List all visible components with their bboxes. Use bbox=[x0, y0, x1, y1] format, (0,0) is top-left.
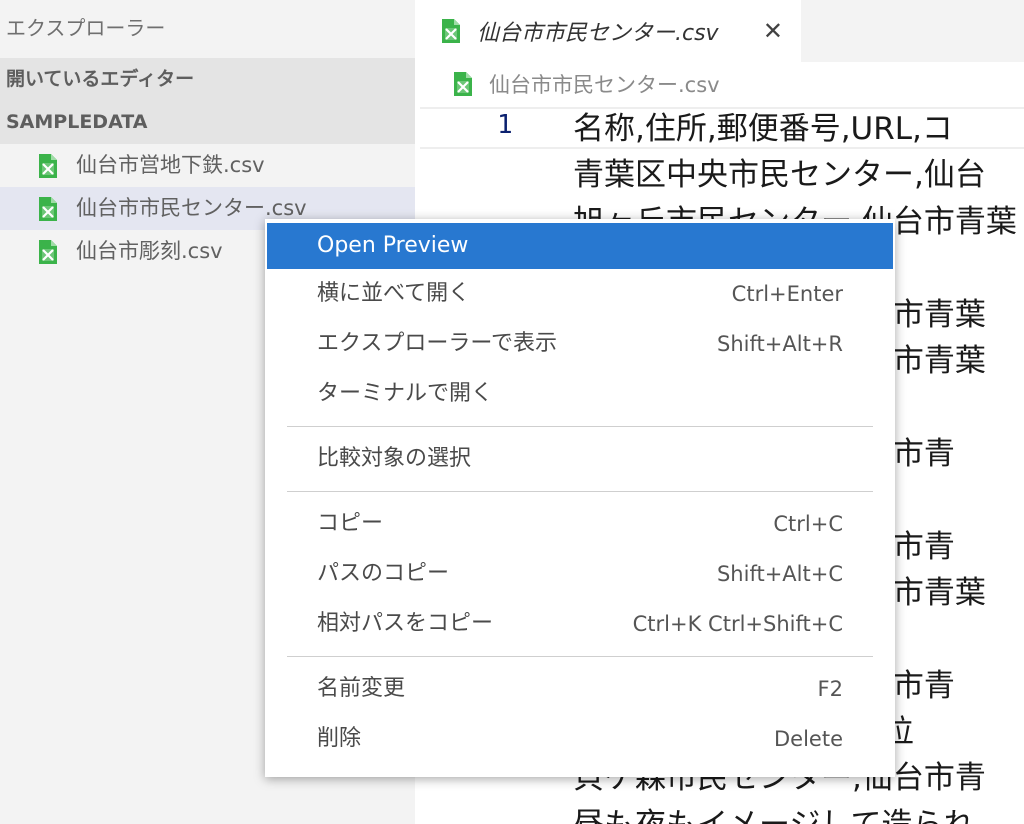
menu-item-shortcut: Ctrl+C bbox=[773, 512, 843, 536]
code-line: 名称,住所,郵便番号,URL,コ bbox=[573, 111, 953, 147]
explorer-title: エクスプローラー bbox=[6, 16, 166, 40]
menu-item-label: エクスプローラーで表示 bbox=[317, 331, 558, 356]
menu-item-shortcut: Ctrl+Enter bbox=[731, 282, 843, 306]
menu-item-copy[interactable]: コピー Ctrl+C bbox=[265, 499, 895, 549]
menu-item-label: 名前変更 bbox=[317, 676, 406, 701]
menu-item-label: ターミナルで開く bbox=[317, 381, 494, 406]
menu-item-delete[interactable]: 削除 Delete bbox=[265, 714, 895, 764]
breadcrumb-file[interactable]: 仙台市市民センター.csv bbox=[489, 69, 720, 99]
file-item-label: 仙台市彫刻.csv bbox=[76, 239, 223, 263]
menu-item-shortcut: Shift+Alt+R bbox=[717, 332, 843, 356]
menu-item-shortcut: F2 bbox=[817, 677, 843, 701]
csv-file-icon bbox=[441, 18, 461, 44]
menu-separator bbox=[287, 491, 873, 492]
folder-section-sampledata[interactable]: SAMPLEDATA bbox=[0, 101, 415, 144]
code-line: 昼も夜もイメージして造られ bbox=[573, 802, 1017, 824]
menu-separator bbox=[287, 426, 873, 427]
menu-item-open-to-side[interactable]: 横に並べて開く Ctrl+Enter bbox=[265, 269, 895, 319]
menu-item-copy-path[interactable]: パスのコピー Shift+Alt+C bbox=[265, 549, 895, 599]
editor-tab-bar: 仙台市市民センター.csv ✕ bbox=[415, 0, 1024, 62]
context-menu: Open Preview 横に並べて開く Ctrl+Enter エクスプローラー… bbox=[265, 219, 895, 777]
open-editors-section[interactable]: 開いているエディター bbox=[0, 58, 415, 101]
file-item-subway[interactable]: 仙台市営地下鉄.csv bbox=[0, 144, 415, 187]
csv-file-icon bbox=[38, 153, 58, 179]
breadcrumb: 仙台市市民センター.csv bbox=[415, 62, 1024, 106]
line-number: 1 bbox=[497, 110, 513, 140]
menu-item-label: 相対パスをコピー bbox=[317, 611, 494, 636]
menu-item-open-preview[interactable]: Open Preview bbox=[267, 223, 893, 269]
menu-item-label: コピー bbox=[317, 511, 384, 536]
file-item-label: 仙台市営地下鉄.csv bbox=[76, 153, 265, 177]
menu-item-open-in-terminal[interactable]: ターミナルで開く bbox=[265, 369, 895, 419]
menu-item-reveal-in-explorer[interactable]: エクスプローラーで表示 Shift+Alt+R bbox=[265, 319, 895, 369]
menu-separator bbox=[287, 656, 873, 657]
csv-file-icon bbox=[38, 196, 58, 222]
menu-item-shortcut: Ctrl+K Ctrl+Shift+C bbox=[632, 612, 843, 636]
csv-file-icon bbox=[453, 71, 473, 97]
menu-item-copy-relative-path[interactable]: 相対パスをコピー Ctrl+K Ctrl+Shift+C bbox=[265, 599, 895, 649]
menu-item-label: 比較対象の選択 bbox=[317, 446, 472, 471]
menu-item-select-for-compare[interactable]: 比較対象の選択 bbox=[265, 434, 895, 484]
menu-item-shortcut: Delete bbox=[774, 727, 843, 751]
tab-civic-center-csv[interactable]: 仙台市市民センター.csv ✕ bbox=[415, 0, 801, 62]
csv-file-icon bbox=[38, 239, 58, 265]
tab-title: 仙台市市民センター.csv bbox=[477, 21, 719, 46]
code-line: 青葉区中央市民センター,仙台 bbox=[573, 157, 986, 194]
menu-item-label: 横に並べて開く bbox=[317, 281, 471, 306]
close-icon[interactable]: ✕ bbox=[763, 17, 783, 45]
menu-item-shortcut: Shift+Alt+C bbox=[716, 562, 843, 586]
menu-item-label: パスのコピー bbox=[317, 561, 450, 586]
menu-item-rename[interactable]: 名前変更 F2 bbox=[265, 664, 895, 714]
menu-item-label: Open Preview bbox=[317, 233, 469, 258]
menu-item-label: 削除 bbox=[317, 726, 362, 751]
